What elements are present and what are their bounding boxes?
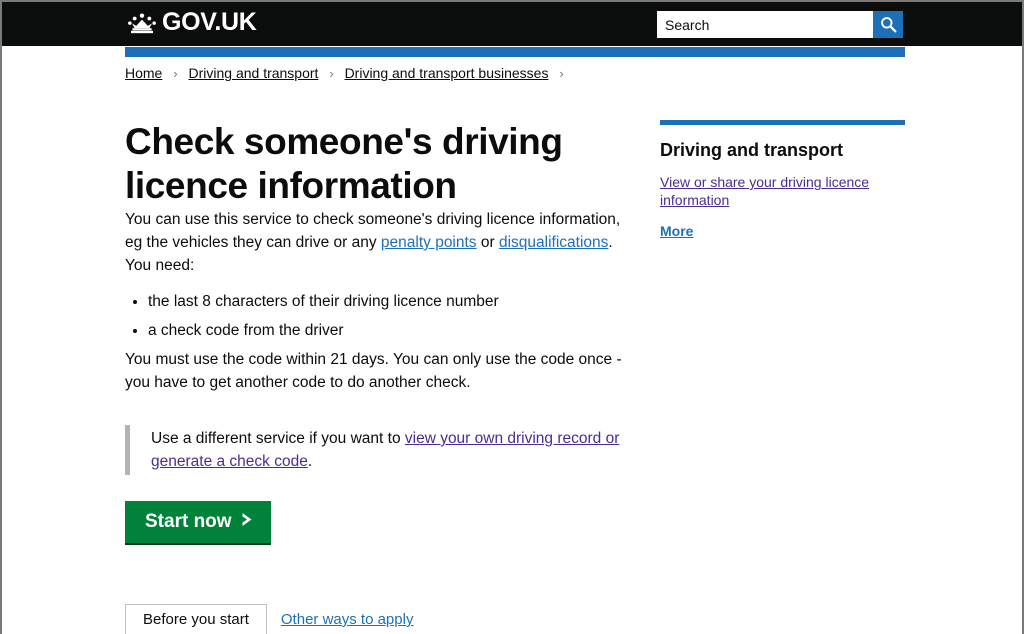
tab-before-you-start[interactable]: Before you start xyxy=(125,604,267,634)
sidebar-item-view-or-share-licence[interactable]: View or share your driving licence infor… xyxy=(660,173,875,209)
crown-icon xyxy=(127,12,157,34)
main-column: Check someone's driving licence informat… xyxy=(125,120,635,543)
page-title: Check someone's driving licence informat… xyxy=(125,121,563,206)
breadcrumb-item-driving-and-transport[interactable]: Driving and transport xyxy=(188,65,318,81)
search-icon xyxy=(880,16,897,33)
code-validity-paragraph: You must use the code within 21 days. Yo… xyxy=(125,351,622,391)
tab-other-ways-to-apply[interactable]: Other ways to apply xyxy=(267,605,414,634)
breadcrumb-separator-icon: › xyxy=(329,66,334,81)
breadcrumb-item-driving-and-transport-businesses[interactable]: Driving and transport businesses xyxy=(345,65,549,81)
inset-text-part-1: Use a different service if you want to xyxy=(151,430,405,447)
inset-text: Use a different service if you want to v… xyxy=(151,427,630,473)
intro-text-part-3: . xyxy=(608,234,613,251)
list-item: a check code from the driver xyxy=(148,319,635,342)
disqualifications-link[interactable]: disqualifications xyxy=(499,234,608,251)
govuk-logo-link[interactable]: GOV.UK xyxy=(127,10,257,35)
start-now-button[interactable]: Start now xyxy=(125,501,271,543)
chevron-right-icon xyxy=(241,512,255,531)
you-need-label: You need: xyxy=(125,257,195,274)
breadcrumb-separator-icon: › xyxy=(173,66,178,81)
intro-text-part-2: or xyxy=(476,234,499,251)
breadcrumb: Home › Driving and transport › Driving a… xyxy=(125,65,571,82)
search-input[interactable] xyxy=(657,11,873,38)
inset-callout: Use a different service if you want to v… xyxy=(125,425,630,475)
related-sidebar: Driving and transport View or share your… xyxy=(660,120,905,253)
inset-text-part-2: . xyxy=(307,453,313,470)
content-tabs: Before you start Other ways to apply xyxy=(125,604,915,634)
sidebar-title: Driving and transport xyxy=(660,140,844,160)
browser-viewport: GOV.UK Home › Driving and transport xyxy=(0,0,1024,634)
global-header: GOV.UK xyxy=(2,2,1022,46)
start-now-button-label: Start now xyxy=(145,511,232,532)
search-button[interactable] xyxy=(873,11,903,38)
breadcrumb-item-home[interactable]: Home xyxy=(125,65,162,81)
breadcrumb-separator-icon: › xyxy=(559,66,564,81)
list-item: the last 8 characters of their driving l… xyxy=(148,290,635,313)
govuk-logo-text: GOV.UK xyxy=(162,8,257,36)
requirements-list: the last 8 characters of their driving l… xyxy=(125,290,635,342)
sidebar-links: View or share your driving licence infor… xyxy=(660,173,905,240)
sidebar-blue-rule xyxy=(660,120,905,125)
sidebar-more-link[interactable]: More xyxy=(660,222,875,240)
header-blue-rule xyxy=(125,47,905,57)
site-search xyxy=(657,11,903,38)
intro-paragraph: You can use this service to check someon… xyxy=(125,208,625,254)
penalty-points-link[interactable]: penalty points xyxy=(381,234,477,251)
